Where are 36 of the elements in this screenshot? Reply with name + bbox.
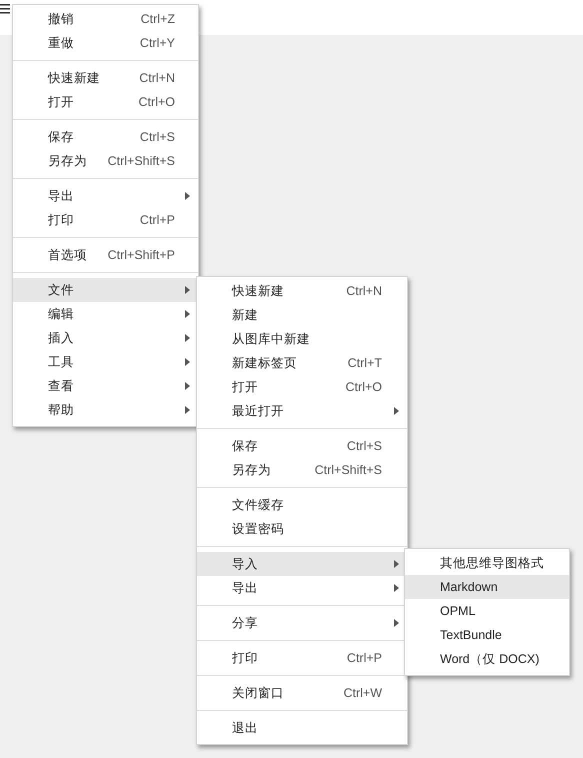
menu-icon[interactable] xyxy=(0,4,10,14)
menu-item[interactable]: 新建 xyxy=(197,303,407,327)
menu-item[interactable]: 关闭窗口 Ctrl+W xyxy=(197,681,407,705)
menu-item[interactable]: Word（仅 DOCX) xyxy=(405,647,569,671)
menu-item[interactable]: 编辑 xyxy=(13,302,198,326)
menu-item[interactable]: 其他思维导图格式 xyxy=(405,551,569,575)
menu-item[interactable]: 帮助 xyxy=(13,398,198,422)
menu-item[interactable]: TextBundle xyxy=(405,623,569,647)
menu-item[interactable]: 文件缓存 xyxy=(197,493,407,517)
menu-item[interactable]: 另存为 Ctrl+Shift+S xyxy=(197,458,407,482)
menu-item[interactable]: 快速新建 Ctrl+N xyxy=(197,279,407,303)
menu-item[interactable]: 首选项 Ctrl+Shift+P xyxy=(13,243,198,267)
menu-item[interactable]: 导出 xyxy=(197,576,407,600)
menu-item[interactable]: 最近打开 xyxy=(197,399,407,423)
menu-item[interactable]: 保存 Ctrl+S xyxy=(13,125,198,149)
menu-item[interactable]: 新建标签页 Ctrl+T xyxy=(197,351,407,375)
menu-item[interactable]: 文件 xyxy=(13,278,198,302)
menu-item[interactable]: 另存为 Ctrl+Shift+S xyxy=(13,149,198,173)
menu-item[interactable]: 打开 Ctrl+O xyxy=(197,375,407,399)
menu-item[interactable]: 设置密码 xyxy=(197,517,407,541)
menu-item[interactable]: 导出 xyxy=(13,184,198,208)
menu-item[interactable]: 重做 Ctrl+Y xyxy=(13,31,198,55)
menu-item[interactable]: 分享 xyxy=(197,611,407,635)
menu-item[interactable]: 导入 xyxy=(197,552,407,576)
menu-item[interactable]: 打印 Ctrl+P xyxy=(197,646,407,670)
menu-item[interactable]: Markdown xyxy=(405,575,569,599)
menu-item[interactable]: 查看 xyxy=(13,374,198,398)
menu-item[interactable]: 退出 xyxy=(197,716,407,740)
menu-item[interactable]: OPML xyxy=(405,599,569,623)
menu-item[interactable]: 打开 Ctrl+O xyxy=(13,90,198,114)
menu-item[interactable]: 工具 xyxy=(13,350,198,374)
menu-item[interactable]: 从图库中新建 xyxy=(197,327,407,351)
menu-item[interactable]: 保存 Ctrl+S xyxy=(197,434,407,458)
menu-item[interactable]: 快速新建 Ctrl+N xyxy=(13,66,198,90)
menu-item[interactable]: 打印 Ctrl+P xyxy=(13,208,198,232)
menu-item[interactable]: 插入 xyxy=(13,326,198,350)
